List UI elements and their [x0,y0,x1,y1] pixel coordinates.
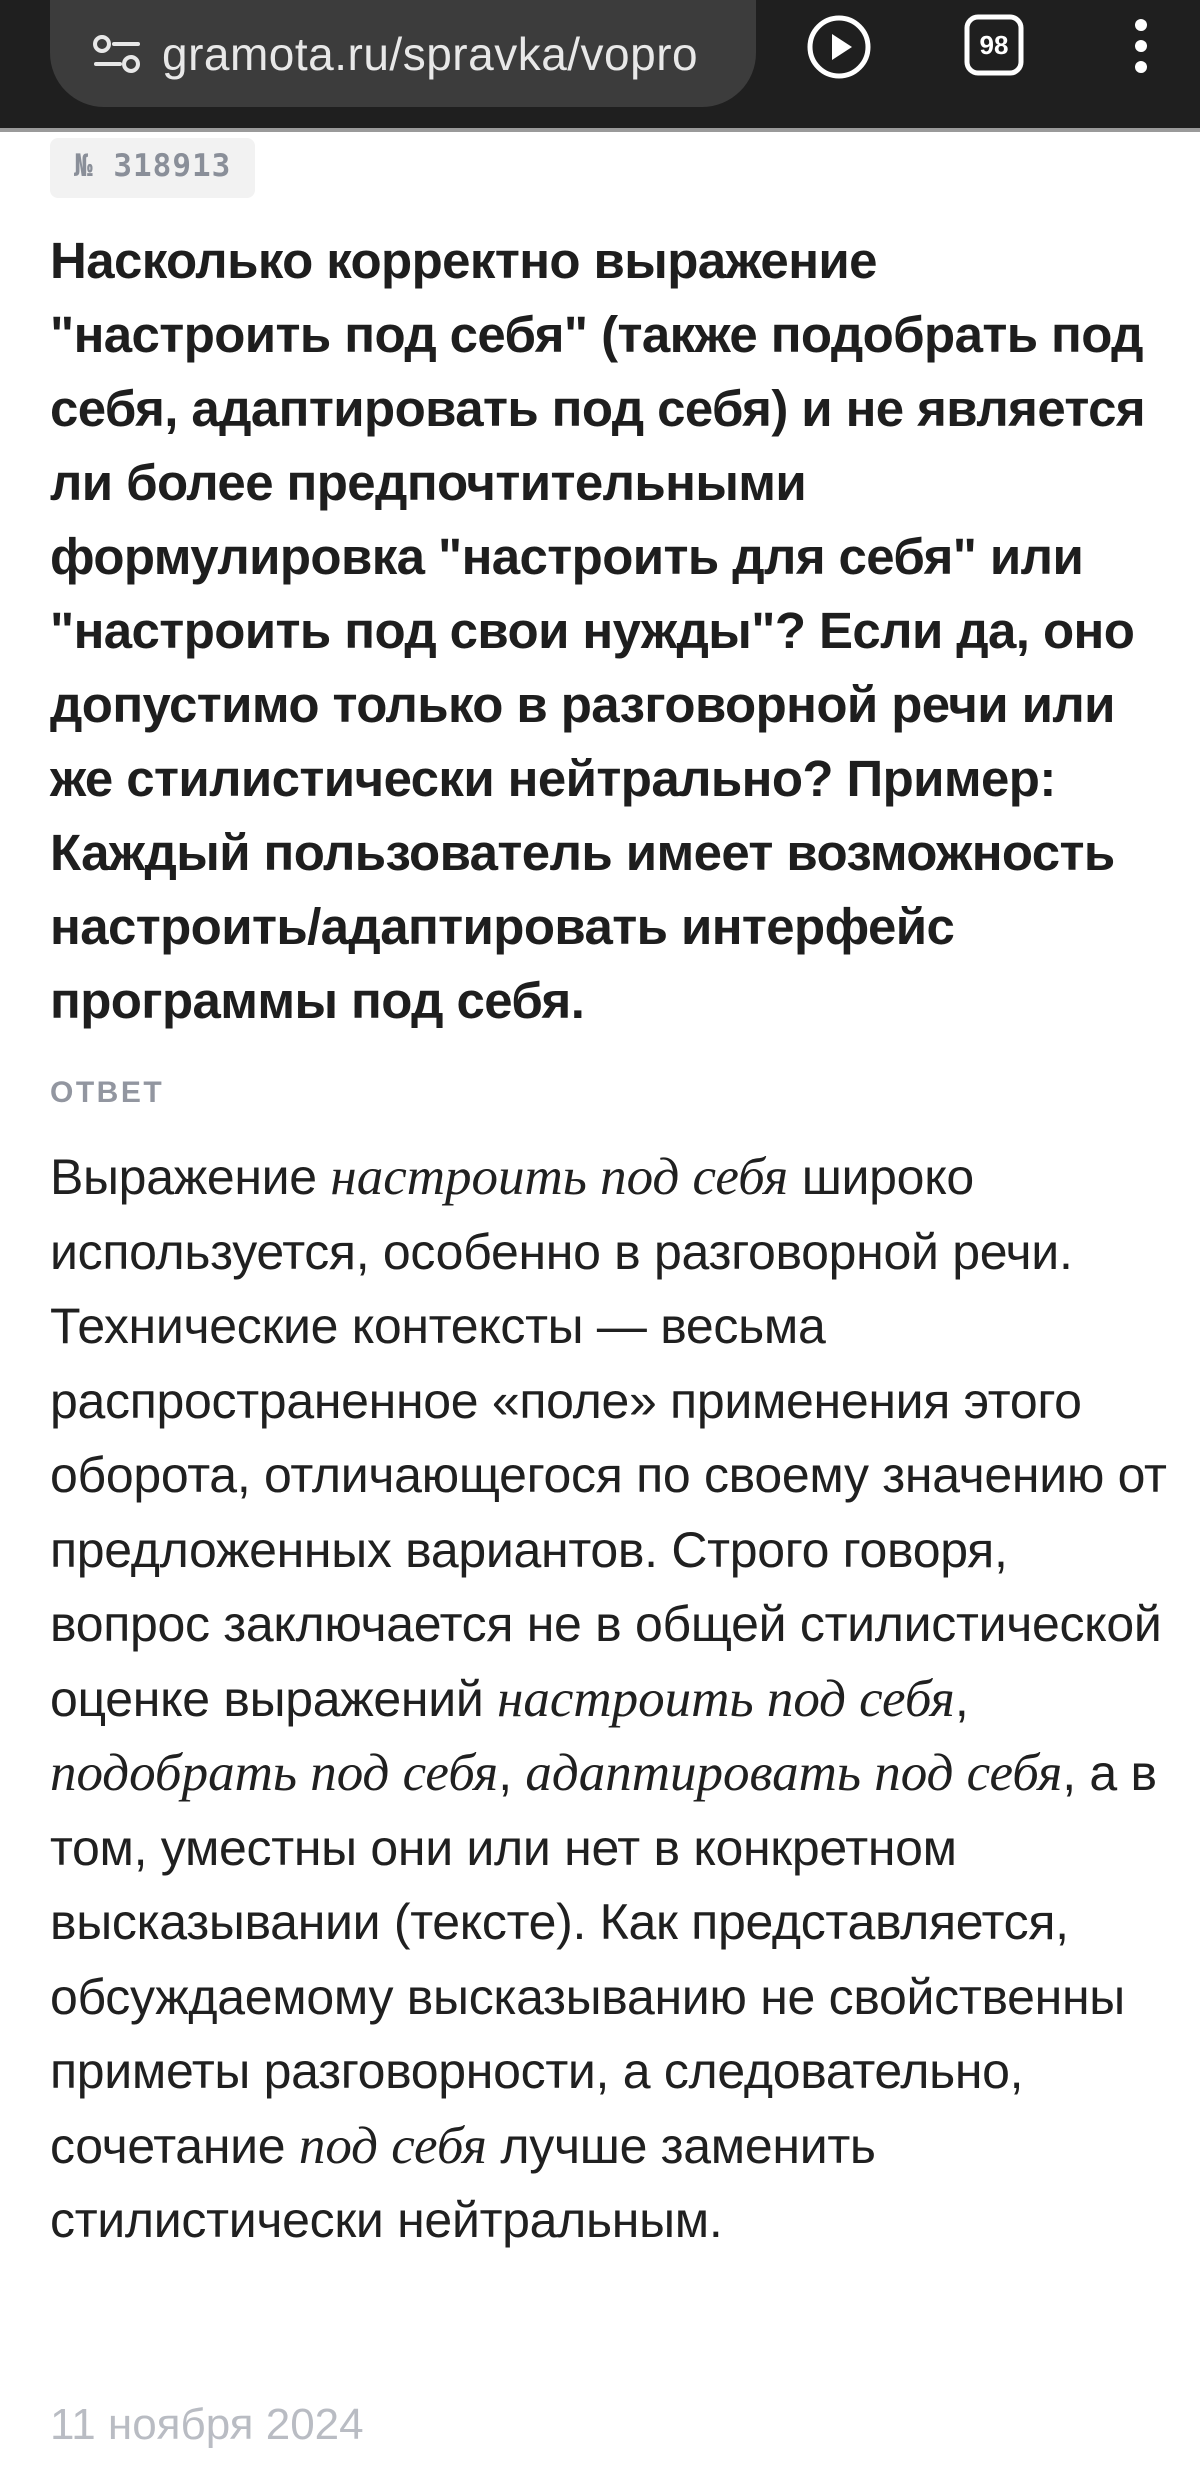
more-vert-icon[interactable] [1126,16,1156,76]
browser-toolbar: gramota.ru/spravka/vopro 98 [0,0,1200,132]
answer-italic-phrase: настроить под себя [497,1669,955,1728]
question-text: Насколько корректно выражение "настроить… [50,232,1146,1029]
answer-text: Выражение настроить под себя широко испо… [50,1140,1170,2258]
article: № 318913 Насколько корректно выражение "… [50,132,1170,2258]
question-number-badge: № 318913 [50,138,256,198]
publish-date: 11 ноября 2024 [50,2400,364,2449]
play-icon[interactable] [806,14,872,80]
answer-segment: , [954,1670,969,1727]
answer-segment: Выражение [50,1149,331,1205]
address-bar[interactable]: gramota.ru/spravka/vopro [50,0,756,107]
answer-label: ОТВЕТ [50,1076,165,1109]
answer-segment: , [498,1745,526,1801]
answer-italic-phrase: адаптировать под себя [525,1744,1063,1802]
answer-segment: , а в том, уместны они или нет в конкрет… [50,1745,1157,2174]
answer-italic-phrase: под себя [298,2116,487,2175]
tab-count: 98 [979,29,1009,60]
url-text[interactable]: gramota.ru/spravka/vopro [162,27,698,81]
answer-italic-phrase: подобрать под себя [50,1744,499,1802]
tabs-icon[interactable]: 98 [964,14,1024,76]
tune-icon[interactable] [92,33,142,75]
answer-segment: широко используется, особенно в разговор… [50,1149,1167,1727]
answer-italic-phrase: настроить под себя [330,1148,789,1206]
